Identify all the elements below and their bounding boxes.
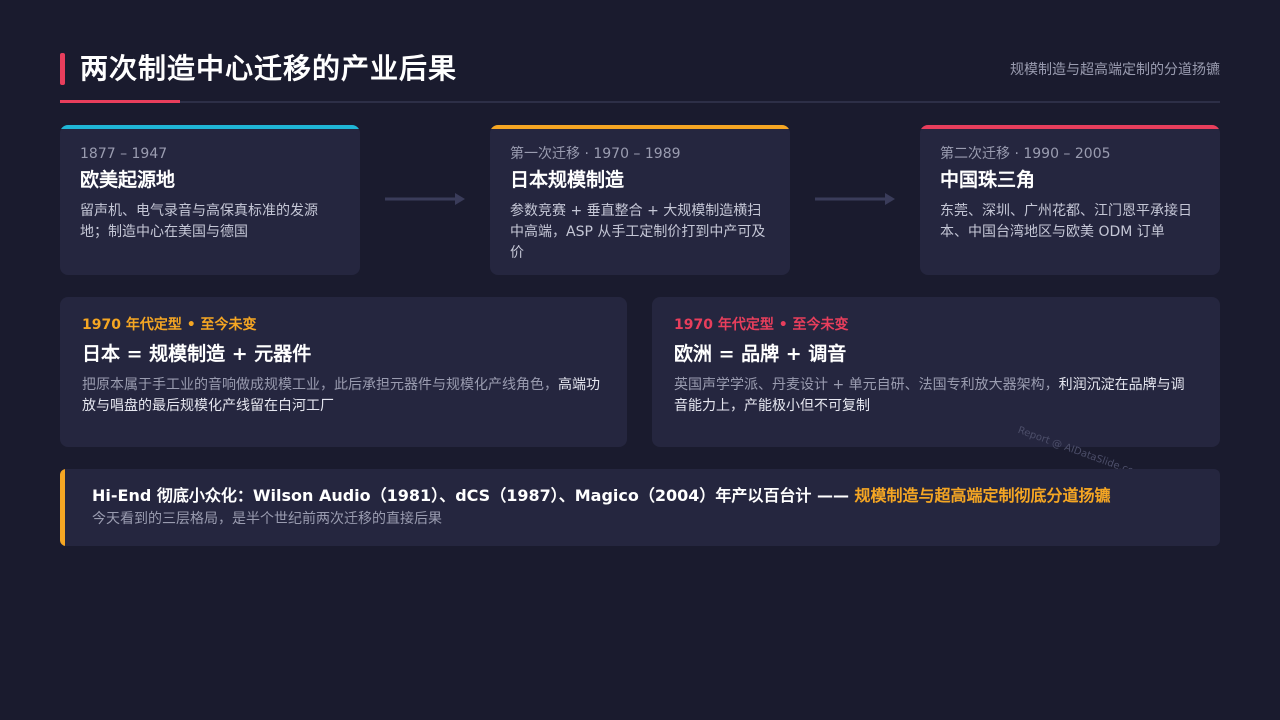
timeline-card-japan: 第一次迁移 · 1970 – 1989 日本规模制造 参数竞赛 + 垂直整合 +… <box>490 125 790 275</box>
timeline-period: 1877 – 1947 <box>80 146 168 162</box>
title-accent-bar <box>60 53 65 85</box>
timeline-period: 第一次迁移 · 1970 – 1989 <box>510 146 681 162</box>
card-body: 英国声学学派、丹麦设计 + 单元自研、法国专利放大器架构，利润沉淀在品牌与调音能… <box>674 375 1198 417</box>
timeline-card-bar <box>920 125 1220 129</box>
page-subtitle: 规模制造与超高端定制的分道扬镳 <box>1010 62 1220 78</box>
japan-role-card: 1970 年代定型 • 至今未变 日本 = 规模制造 + 元器件 把原本属于手工… <box>60 297 627 447</box>
header-divider <box>60 101 1220 103</box>
timeline-name: 中国珠三角 <box>940 169 1036 191</box>
banner-main-text: Hi-End 彻底小众化：Wilson Audio（1981）、dCS（1987… <box>92 486 855 505</box>
slide: 两次制造中心迁移的产业后果 规模制造与超高端定制的分道扬镳 1877 – 194… <box>0 0 1280 720</box>
europe-role-card: 1970 年代定型 • 至今未变 欧洲 = 品牌 + 调音 英国声学学派、丹麦设… <box>652 297 1220 447</box>
timeline-card-bar <box>60 125 360 129</box>
timeline-desc: 东莞、深圳、广州花都、江门恩平承接日本、中国台湾地区与欧美 ODM 订单 <box>940 203 1192 240</box>
banner-accent-bar <box>60 469 65 546</box>
arrow-right-icon <box>815 193 895 205</box>
timeline-period: 第二次迁移 · 1990 – 2005 <box>940 146 1111 162</box>
card-tag: 1970 年代定型 • 至今未变 <box>674 317 849 333</box>
conclusion-banner: Hi-End 彻底小众化：Wilson Audio（1981）、dCS（1987… <box>60 469 1220 546</box>
card-body-text: 英国声学学派、丹麦设计 + 单元自研、法国专利放大器架构， <box>674 377 1059 393</box>
timeline-name: 欧美起源地 <box>80 169 176 191</box>
card-body: 把原本属于手工业的音响做成规模工业，此后承担元器件与规模化产线角色，高端功放与唱… <box>82 375 605 417</box>
card-headline: 欧洲 = 品牌 + 调音 <box>674 343 847 365</box>
timeline-card-china: 第二次迁移 · 1990 – 2005 中国珠三角 东莞、深圳、广州花都、江门恩… <box>920 125 1220 275</box>
timeline-desc: 参数竞赛 + 垂直整合 + 大规模制造横扫中高端，ASP 从手工定制价打到中产可… <box>510 203 766 261</box>
card-headline: 日本 = 规模制造 + 元器件 <box>82 343 312 365</box>
timeline-card-origin: 1877 – 1947 欧美起源地 留声机、电气录音与高保真标准的发源地；制造中… <box>60 125 360 275</box>
banner-sub: 今天看到的三层格局，是半个世纪前两次迁移的直接后果 <box>92 511 442 527</box>
arrow-right-icon <box>385 193 465 205</box>
card-tag: 1970 年代定型 • 至今未变 <box>82 317 257 333</box>
timeline-card-bar <box>490 125 790 129</box>
timeline-desc: 留声机、电气录音与高保真标准的发源地；制造中心在美国与德国 <box>80 203 318 240</box>
banner-highlight: 规模制造与超高端定制彻底分道扬镳 <box>854 486 1111 505</box>
card-body-text: 把原本属于手工业的音响做成规模工业，此后承担元器件与规模化产线角色， <box>82 377 558 393</box>
page-title: 两次制造中心迁移的产业后果 <box>80 52 458 85</box>
header-divider-accent <box>60 100 180 103</box>
banner-main: Hi-End 彻底小众化：Wilson Audio（1981）、dCS（1987… <box>92 485 1190 507</box>
timeline-name: 日本规模制造 <box>510 169 625 191</box>
